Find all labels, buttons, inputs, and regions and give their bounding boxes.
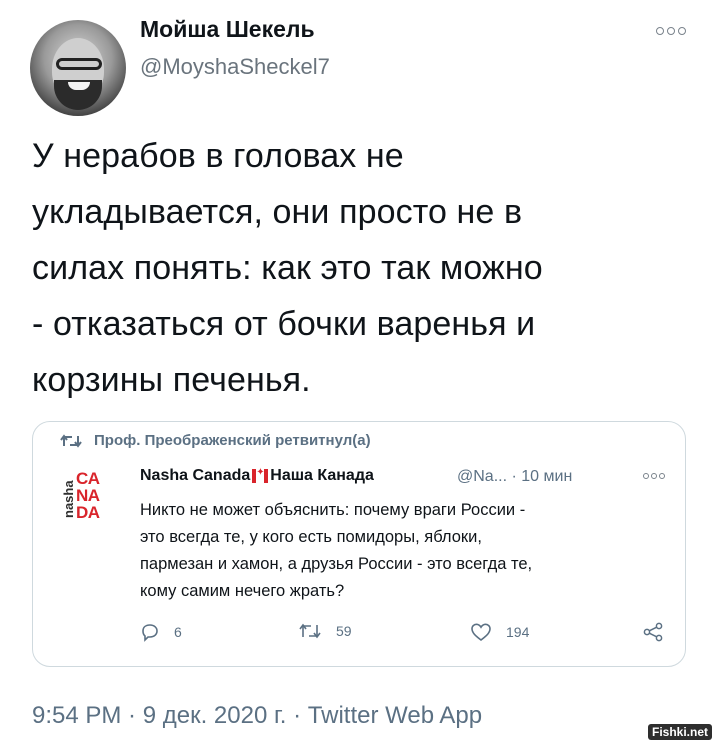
- logo-vertical-text: nasha: [61, 480, 76, 518]
- avatar[interactable]: [30, 20, 126, 116]
- share-icon: [643, 622, 663, 642]
- tweet-line: укладывается, они просто не в: [32, 193, 523, 231]
- logo-line: CA: [76, 469, 100, 488]
- quoted-author-name[interactable]: Nasha Canada Наша Канада: [140, 467, 374, 485]
- tweet-line: - отказаться от бочки варенья и: [32, 305, 536, 343]
- quoted-line: кому самим нечего жрать?: [140, 582, 345, 600]
- avatar-glasses: [56, 58, 102, 70]
- retweet-action-icon: [299, 623, 321, 639]
- more-dot: [659, 473, 665, 479]
- more-dot: [667, 27, 675, 35]
- more-dot: [656, 27, 664, 35]
- author-handle[interactable]: @MoyshaSheckel7: [140, 54, 330, 80]
- heart-icon: [471, 623, 491, 642]
- like-button[interactable]: 194: [470, 622, 529, 642]
- quoted-line: пармезан и хамон, а друзья России - это …: [140, 555, 533, 573]
- tweet-line: корзины печенья.: [32, 361, 311, 399]
- quoted-meta: @Na... · 10 мин: [457, 468, 572, 486]
- quoted-name-latin: Nasha Canada: [140, 467, 251, 484]
- quoted-action-bar: 6 59 194: [140, 622, 670, 644]
- reply-count: 6: [174, 624, 182, 640]
- canada-flag-icon: [252, 467, 269, 483]
- tweet-line: У нерабов в головах не: [32, 137, 404, 175]
- more-dot: [643, 473, 649, 479]
- retweet-button[interactable]: 59: [298, 622, 352, 640]
- quoted-tweet-text: Никто не может объяснить: почему враги Р…: [140, 497, 670, 605]
- logo-stacked-text: CA NA DA: [76, 470, 100, 521]
- logo-line: NA: [76, 486, 100, 505]
- quoted-handle[interactable]: @Na...: [457, 468, 507, 485]
- more-options-icon[interactable]: [656, 24, 688, 38]
- retweet-attribution[interactable]: Проф. Преображенский ретвитнул(а): [60, 432, 371, 449]
- reply-button[interactable]: 6: [140, 622, 182, 642]
- meta-separator: ·: [511, 468, 517, 485]
- tweet-line: силах понять: как это так можно: [32, 249, 543, 287]
- quoted-more-options-icon[interactable]: [643, 473, 665, 479]
- retweet-icon: [60, 433, 82, 448]
- quoted-line: это всегда те, у кого есть помидоры, ябл…: [140, 528, 482, 546]
- reply-icon: [142, 624, 158, 642]
- quoted-name-cyrillic: Наша Канада: [270, 467, 374, 484]
- quoted-time[interactable]: 10 мин: [521, 468, 572, 485]
- more-dot: [651, 473, 657, 479]
- quoted-line: Никто не может объяснить: почему враги Р…: [140, 501, 526, 519]
- more-dot: [678, 27, 686, 35]
- author-display-name[interactable]: Мойша Шекель: [140, 16, 315, 43]
- watermark-logo: Fishki.net: [648, 724, 713, 740]
- retweet-count: 59: [336, 623, 352, 639]
- tweet-text: У нерабов в головах не укладывается, они…: [32, 128, 692, 408]
- logo-line: DA: [76, 503, 100, 522]
- share-button[interactable]: [642, 622, 664, 642]
- quoted-avatar-logo[interactable]: nasha CA NA DA: [61, 470, 122, 528]
- tweet-timestamp-source[interactable]: 9:54 PM · 9 дек. 2020 г. · Twitter Web A…: [32, 702, 482, 730]
- retweet-label: Проф. Преображенский ретвитнул(а): [94, 432, 371, 449]
- like-count: 194: [506, 624, 530, 640]
